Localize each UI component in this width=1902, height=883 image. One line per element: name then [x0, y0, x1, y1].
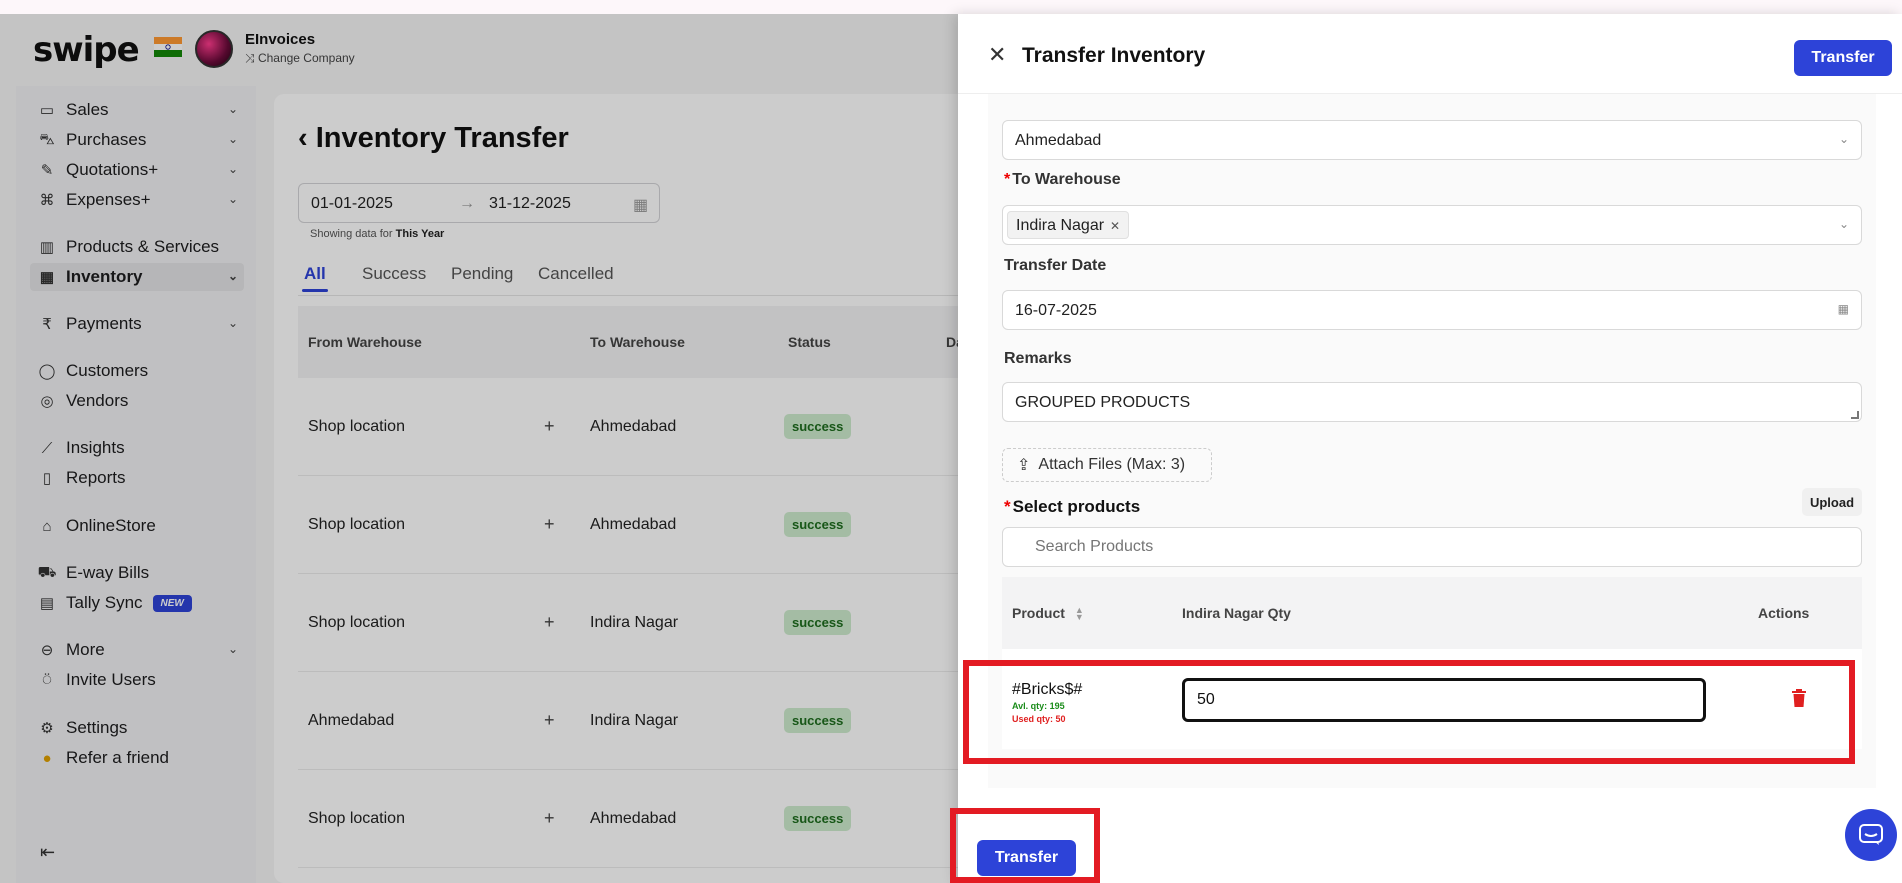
select-products-label: * Select products	[1004, 497, 1141, 516]
calendar-icon: ▦	[1837, 302, 1849, 316]
transfer-date-picker[interactable]: 16-07-2025 ▦	[1002, 290, 1862, 330]
table-row: #Bricks$# Avl. qty: 195 Used qty: 50	[1002, 649, 1862, 749]
to-warehouse-label: * To Warehouse	[1004, 171, 1121, 188]
transfer-date-label: Transfer Date	[1004, 257, 1107, 274]
to-warehouse-select[interactable]: Indira Nagar ✕ ⌄	[1002, 205, 1862, 245]
products-table-header: Product ▲ ▼ Indira Nagar Qty Actions	[1002, 577, 1862, 649]
product-name: #Bricks$#	[1012, 681, 1083, 698]
close-icon[interactable]: ✕	[988, 42, 1006, 68]
warehouse-tag: Indira Nagar ✕	[1007, 211, 1130, 239]
chat-icon	[1859, 824, 1883, 845]
column-product[interactable]: Product ▲ ▼	[1012, 605, 1084, 622]
column-qty: Indira Nagar Qty	[1182, 605, 1291, 621]
remarks-textarea[interactable]: GROUPED PRODUCTS	[1002, 382, 1862, 422]
quantity-input[interactable]	[1182, 678, 1706, 722]
column-actions: Actions	[1758, 605, 1810, 621]
remarks-label: Remarks	[1004, 350, 1072, 367]
products-table: Product ▲ ▼ Indira Nagar Qty Actions #Bric…	[1002, 577, 1862, 757]
drawer-title: Transfer Inventory	[1022, 44, 1206, 67]
chat-support-button[interactable]	[1845, 809, 1897, 861]
trash-icon[interactable]	[1792, 689, 1806, 707]
transfer-form: Ahmedabad ⌄ * To Warehouse Indira Nagar ✕ …	[988, 94, 1876, 788]
modal-backdrop[interactable]	[0, 14, 960, 883]
chevron-down-icon: ⌄	[1838, 217, 1849, 231]
search-products-input[interactable]	[1002, 527, 1862, 567]
chevron-down-icon: ⌄	[1838, 132, 1849, 146]
sort-icon[interactable]: ▲ ▼	[1075, 606, 1084, 622]
upload-icon: ⇪	[1017, 457, 1031, 474]
resize-handle-icon[interactable]	[1851, 411, 1859, 419]
remove-tag-icon[interactable]: ✕	[1110, 219, 1120, 233]
used-qty: Used qty: 50	[1012, 714, 1066, 724]
attach-files-button[interactable]: ⇪ Attach Files (Max: 3)	[1002, 448, 1212, 482]
footer-transfer-button[interactable]: Transfer	[977, 840, 1076, 876]
available-qty: Avl. qty: 195	[1012, 701, 1065, 711]
from-warehouse-select[interactable]: Ahmedabad ⌄	[1002, 120, 1862, 160]
transfer-button[interactable]: Transfer	[1794, 40, 1892, 76]
transfer-inventory-drawer: ✕ Transfer Inventory Transfer Ahmedabad …	[958, 14, 1902, 883]
upload-button[interactable]: Upload	[1802, 488, 1862, 516]
drawer-header: ✕ Transfer Inventory Transfer	[958, 14, 1902, 94]
